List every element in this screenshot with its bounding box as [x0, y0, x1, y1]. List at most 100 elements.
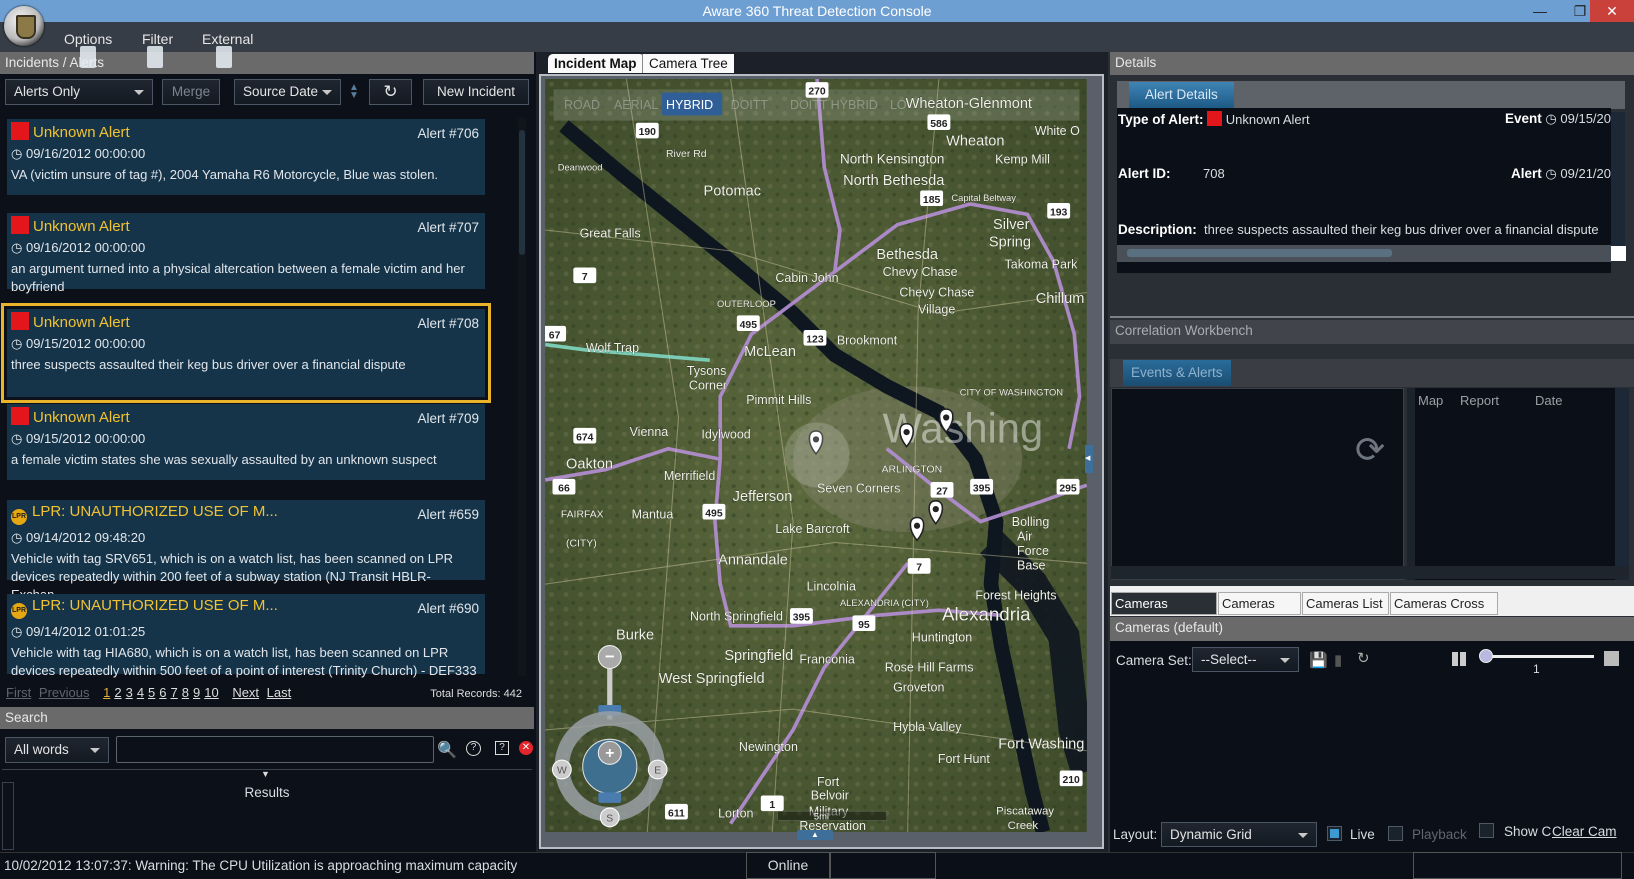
alert-card[interactable]: Unknown Alert Alert #706 ◷ 09/16/2012 00:0… — [7, 119, 485, 195]
sort-direction-icon[interactable]: ▲ ▼ — [349, 83, 359, 101]
save-icon[interactable]: 💾 — [1309, 651, 1328, 669]
page-last-link[interactable]: Last — [267, 685, 292, 700]
alert-title-row: Unknown Alert — [11, 122, 481, 141]
search-input[interactable] — [116, 736, 434, 763]
tab-events-alerts[interactable]: Events & Alerts — [1123, 360, 1231, 386]
camera-tab[interactable]: Cameras Cross Cue — [1390, 592, 1498, 632]
column-header-date[interactable]: Date — [1535, 393, 1562, 408]
map-side-collapse-handle[interactable]: ◀ — [1085, 445, 1093, 473]
highway-number: 27 — [936, 487, 948, 498]
correlation-scrollbar[interactable] — [1615, 388, 1629, 580]
alert-list: Unknown Alert Alert #706 ◷ 09/16/2012 00:0… — [0, 112, 520, 682]
menu-external[interactable]: External — [202, 31, 253, 47]
checkbox-checked-mark — [1330, 829, 1339, 838]
map-label: Newington — [739, 740, 798, 754]
search-icon[interactable]: 🔍 — [437, 740, 457, 760]
menu-options[interactable]: Options — [64, 31, 112, 47]
alert-card[interactable]: Unknown Alert Alert #708 ◷ 09/15/2012 00:0… — [1, 303, 491, 403]
clear-search-icon[interactable]: ✕ — [519, 741, 533, 755]
tab-incident-map[interactable]: Incident Map — [548, 54, 643, 73]
camera-tab[interactable]: Cameras (default) — [1111, 592, 1217, 632]
show-checkbox[interactable] — [1479, 823, 1494, 838]
map-layer-aerial[interactable]: AERIAL — [614, 98, 658, 112]
advanced-search-icon[interactable]: ? — [495, 741, 509, 755]
tab-alert-details[interactable]: Alert Details — [1129, 82, 1234, 108]
minimize-icon[interactable]: — — [1520, 0, 1560, 22]
new-incident-button[interactable]: New Incident — [423, 79, 529, 105]
map-layer-doitt[interactable]: DOITT — [731, 98, 769, 112]
alert-list-scrollbar[interactable] — [518, 118, 526, 676]
alert-card[interactable]: Unknown Alert Alert #707 ◷ 09/16/2012 00:0… — [7, 213, 485, 294]
map-layer-road[interactable]: ROAD — [564, 98, 600, 112]
scrollbar-thumb[interactable] — [519, 130, 525, 255]
slider-thumb[interactable] — [1479, 649, 1493, 663]
page-link[interactable]: 3 — [126, 685, 133, 700]
correlation-horizontal-scrollbar[interactable] — [1111, 566, 1629, 579]
single-view-icon[interactable] — [1604, 651, 1619, 666]
refresh-icon[interactable]: ↻ — [369, 79, 412, 105]
camera-set-dropdown[interactable]: --Select-- — [1192, 647, 1299, 672]
tab-camera-tree[interactable]: Camera Tree — [642, 54, 734, 73]
map-expand-handle[interactable]: ▲ — [797, 830, 833, 840]
page-link[interactable]: 8 — [182, 685, 189, 700]
camera-tab[interactable]: Cameras List 2 — [1302, 592, 1389, 632]
grid-layout-icon[interactable] — [1452, 652, 1466, 666]
loading-refresh-icon: ⟳ — [1355, 429, 1386, 470]
alert-card[interactable]: Unknown Alert Alert #709 ◷ 09/15/2012 00:0… — [7, 404, 485, 480]
incident-map[interactable]: ROAD AERIAL HYBRID DOITT DOITT HYBRID LO 270 1… — [545, 79, 1087, 832]
title-bar: Aware 360 Threat Detection Console — [0, 0, 1634, 22]
delete-icon[interactable]: ▮ — [1334, 651, 1342, 669]
alert-time-row: ◷ 09/16/2012 00:00:00 — [11, 240, 481, 256]
refresh-camera-set-icon[interactable]: ↻ — [1357, 649, 1370, 667]
alert-title: Unknown Alert — [33, 409, 130, 426]
camera-tab[interactable]: Cameras List 1 — [1218, 592, 1301, 632]
map-layer-doitt-hybrid[interactable]: DOITT HYBRID — [790, 98, 878, 112]
search-mode-dropdown[interactable]: All words — [5, 737, 109, 763]
alert-filter-dropdown[interactable]: Alerts Only — [5, 79, 153, 105]
page-link[interactable]: 2 — [114, 685, 121, 700]
map-label: Vienna — [630, 425, 669, 439]
map-label: Bolling — [1012, 515, 1050, 529]
map-layer-lo[interactable]: LO — [890, 98, 907, 112]
page-link[interactable]: 4 — [137, 685, 144, 700]
page-link[interactable]: 5 — [148, 685, 155, 700]
scrollbar-thumb[interactable] — [1127, 249, 1392, 257]
clock-icon: ◷ — [11, 240, 26, 255]
alert-card[interactable]: LPR LPR: UNAUTHORIZED USE OF M... Alert #6… — [7, 594, 485, 678]
column-header-map[interactable]: Map — [1418, 393, 1443, 408]
page-link[interactable]: 10 — [204, 685, 218, 700]
help-icon[interactable]: ? — [466, 741, 481, 756]
total-records: Total Records: 442 — [430, 688, 522, 700]
details-horizontal-scrollbar[interactable] — [1117, 245, 1611, 262]
close-icon[interactable]: ✕ — [1590, 0, 1634, 22]
page-link[interactable]: 6 — [159, 685, 166, 700]
highway-number: 495 — [740, 320, 758, 331]
layout-dropdown[interactable]: Dynamic Grid — [1161, 822, 1317, 847]
correlation-header: Correlation Workbench — [1110, 320, 1634, 344]
alert-card[interactable]: LPR LPR: UNAUTHORIZED USE OF M... Alert #6… — [7, 500, 485, 602]
sort-dropdown[interactable]: Source Date — [234, 79, 341, 105]
map-layer-hybrid[interactable]: HYBRID — [666, 98, 713, 112]
app-logo[interactable] — [4, 6, 44, 46]
map-label: Oakton — [566, 457, 613, 473]
clear-cameras-link[interactable]: Clear Cam — [1552, 824, 1620, 839]
menu-filter[interactable]: Filter — [142, 31, 173, 47]
live-checkbox[interactable] — [1327, 826, 1342, 841]
camera-grid-slider[interactable] — [1486, 655, 1594, 658]
details-vertical-scrollbar[interactable] — [1611, 112, 1625, 248]
map-label: Great Falls — [580, 226, 641, 240]
page-link[interactable]: 7 — [171, 685, 178, 700]
page-link[interactable]: 1 — [103, 685, 110, 700]
correlation-splitter[interactable] — [1407, 388, 1415, 580]
tilt-handle[interactable] — [598, 792, 622, 803]
alert-description: VA (victim unsure of tag #), 2004 Yamaha… — [11, 167, 439, 182]
expand-results-icon[interactable]: ▼ — [261, 769, 270, 779]
page-link[interactable]: 9 — [193, 685, 200, 700]
merge-button[interactable]: Merge — [162, 79, 220, 105]
page-first-link[interactable]: First — [6, 685, 31, 700]
playback-checkbox[interactable] — [1388, 826, 1403, 841]
page-next-link[interactable]: Next — [232, 685, 259, 700]
page-previous-link[interactable]: Previous — [39, 685, 90, 700]
column-header-report[interactable]: Report — [1460, 393, 1499, 408]
clock-icon: ◷ — [1545, 166, 1557, 181]
